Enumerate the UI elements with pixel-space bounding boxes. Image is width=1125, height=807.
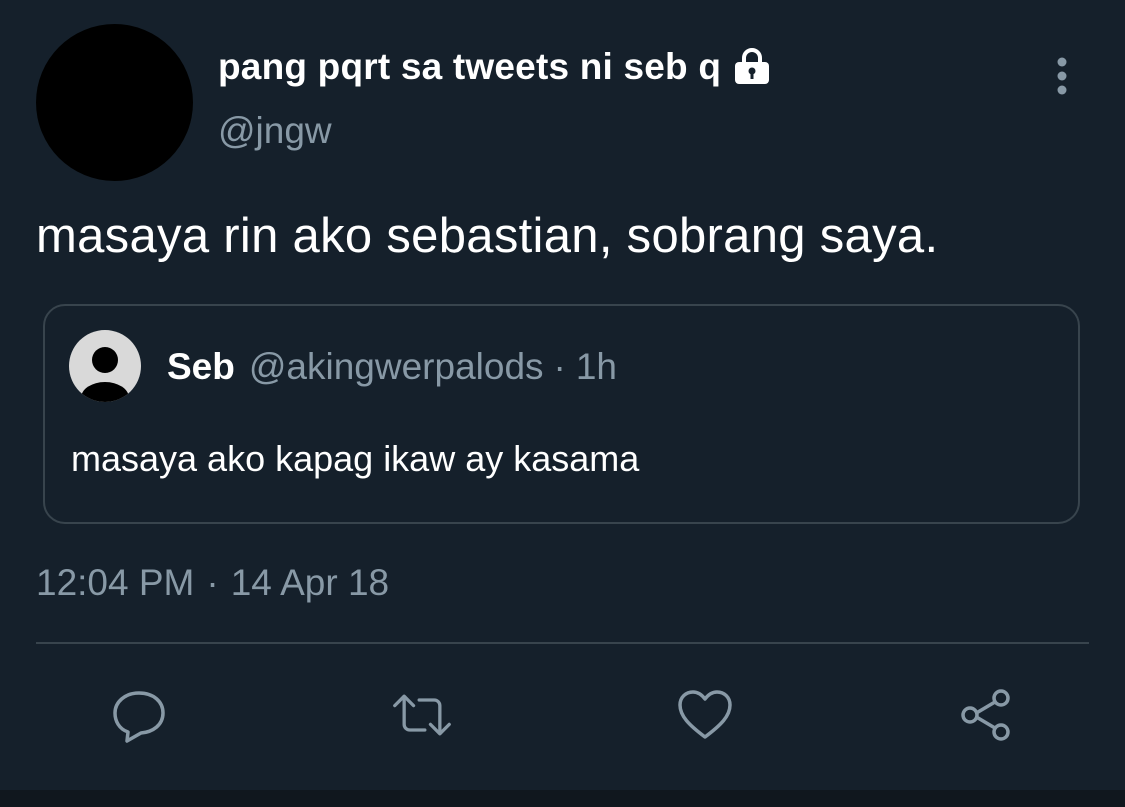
lock-icon bbox=[731, 46, 773, 88]
author-avatar[interactable] bbox=[36, 24, 193, 181]
author-display-name[interactable]: pang pqrt sa tweets ni seb q bbox=[218, 46, 721, 88]
tweet-timestamp: 12:04 PM · 14 Apr 18 bbox=[36, 562, 389, 604]
reply-icon bbox=[113, 691, 165, 743]
like-icon bbox=[678, 690, 732, 739]
retweet-icon bbox=[393, 694, 451, 736]
bottom-separator bbox=[0, 790, 1125, 807]
quoted-tweet-card[interactable]: Seb @akingwerpalods · 1h masaya ako kapa… bbox=[43, 304, 1080, 524]
quoted-author-handle[interactable]: @akingwerpalods bbox=[249, 346, 544, 388]
share-icon bbox=[961, 689, 1010, 741]
tweet-detail: pang pqrt sa tweets ni seb q @jngw masay… bbox=[0, 0, 1125, 807]
more-options-icon[interactable] bbox=[1052, 56, 1072, 96]
author-handle[interactable]: @jngw bbox=[218, 110, 332, 152]
tweet-date: 14 Apr 18 bbox=[230, 562, 390, 603]
tweet-time: 12:04 PM bbox=[36, 562, 195, 603]
tweet-actions-bar bbox=[0, 680, 1125, 750]
quoted-tweet-time: 1h bbox=[575, 346, 618, 387]
quoted-tweet-text: masaya ako kapag ikaw ay kasama bbox=[71, 438, 640, 479]
reply-button[interactable] bbox=[108, 684, 170, 746]
actions-divider bbox=[36, 642, 1089, 644]
quoted-author-avatar[interactable] bbox=[69, 330, 141, 402]
quoted-author-name[interactable]: Seb bbox=[167, 346, 235, 388]
timestamp-separator: · bbox=[206, 562, 219, 603]
retweet-button[interactable] bbox=[391, 684, 453, 746]
share-button[interactable] bbox=[955, 684, 1017, 746]
author-name-row[interactable]: pang pqrt sa tweets ni seb q bbox=[218, 46, 773, 88]
quoted-header-separator: · bbox=[553, 346, 566, 387]
quoted-tweet-header: Seb @akingwerpalods · 1h bbox=[167, 346, 617, 388]
tweet-text: masaya rin ako sebastian, sobrang saya. bbox=[36, 209, 939, 263]
like-button[interactable] bbox=[674, 684, 736, 746]
